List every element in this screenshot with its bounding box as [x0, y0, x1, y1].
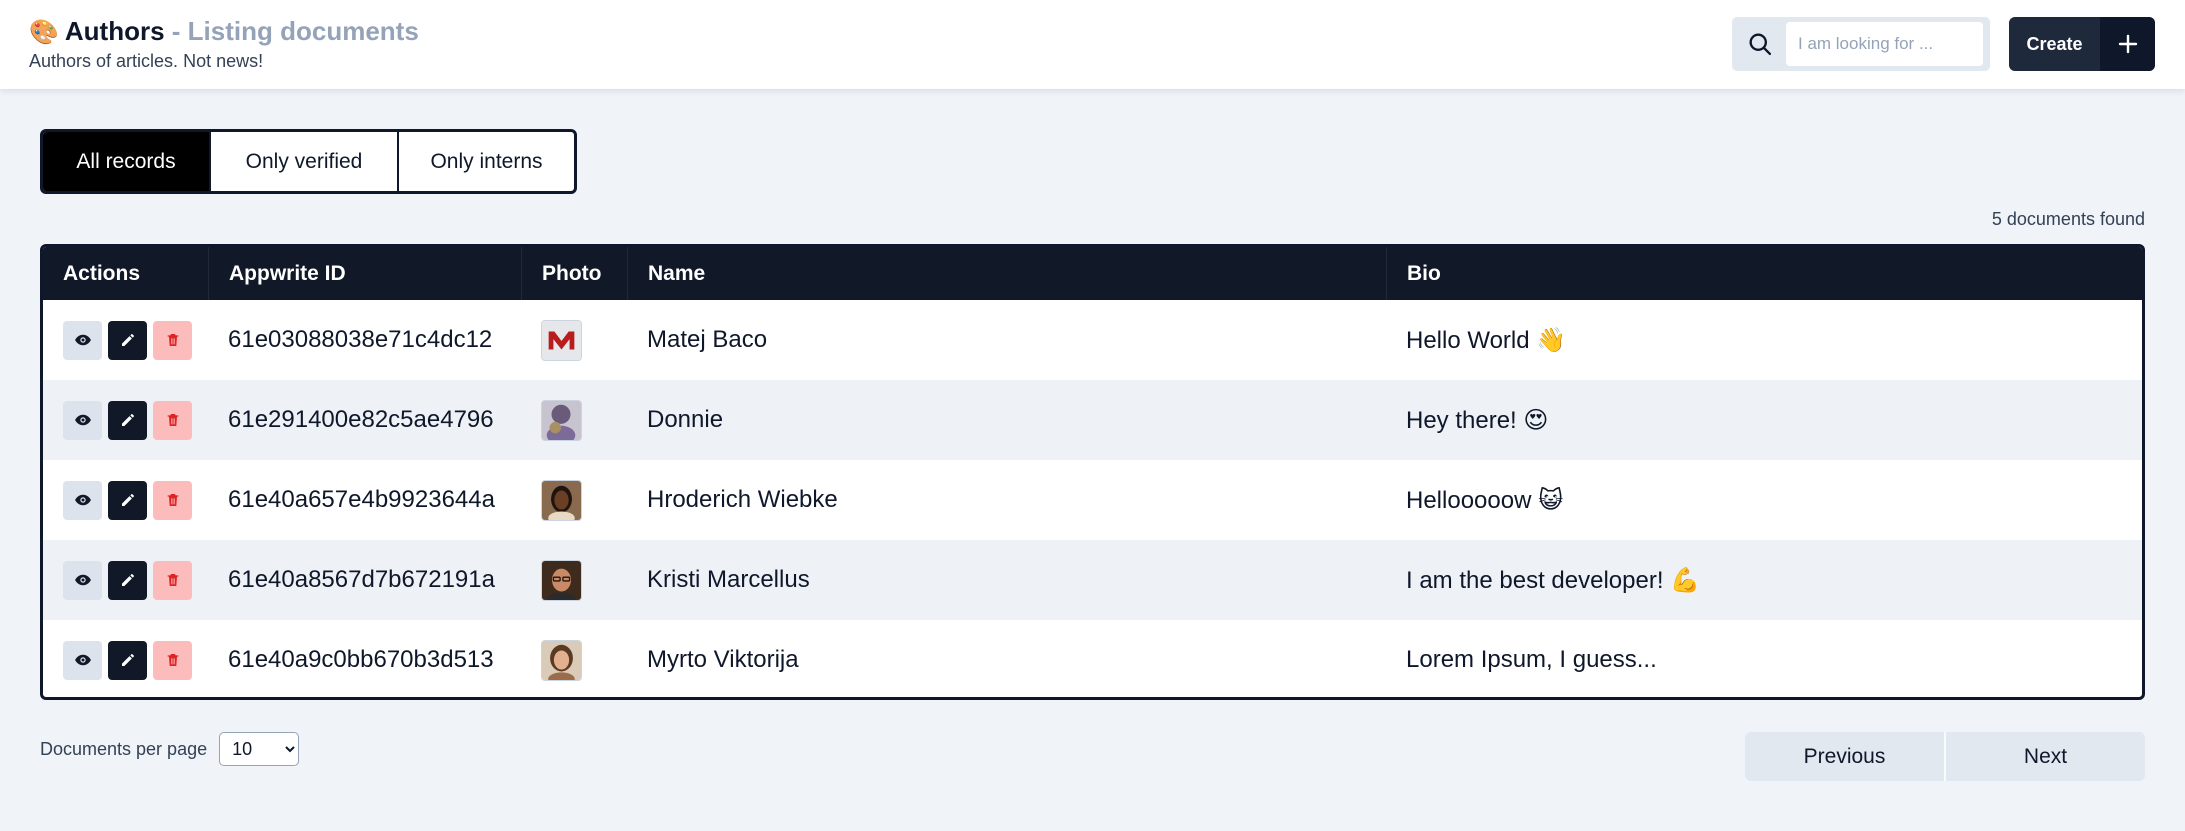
eye-icon [74, 414, 91, 426]
cell-photo [521, 380, 627, 460]
table-row: 61e40a657e4b9923644a Hroderich Wiebke He… [43, 460, 2142, 540]
eye-icon [74, 654, 91, 666]
column-header-photo: Photo [521, 247, 627, 300]
cell-photo [521, 540, 627, 620]
cell-photo [521, 300, 627, 380]
column-header-bio: Bio [1386, 247, 2142, 300]
column-header-name: Name [627, 247, 1386, 300]
row-actions [43, 460, 208, 540]
title-text: Authors [64, 16, 165, 46]
delete-button[interactable] [153, 400, 192, 440]
pencil-icon [121, 494, 134, 506]
row-actions [43, 620, 208, 697]
cell-name: Matej Baco [647, 326, 768, 353]
delete-button[interactable] [153, 480, 192, 520]
edit-button[interactable] [108, 320, 147, 360]
view-button[interactable] [63, 560, 102, 600]
cell-name: Hroderich Wiebke [647, 486, 838, 513]
create-button-label: Create [2026, 33, 2083, 54]
trash-icon [167, 414, 178, 426]
cell-id: 61e03088038e71c4dc12 [228, 326, 493, 353]
previous-button[interactable]: Previous [1745, 732, 1944, 781]
title-separator: - [164, 16, 188, 46]
next-button[interactable]: Next [1944, 732, 2145, 781]
pencil-icon [121, 654, 134, 666]
cell-bio: Lorem Ipsum, I guess... [1406, 646, 1657, 673]
row-actions [43, 380, 208, 460]
per-page-label: Documents per page [40, 738, 208, 759]
edit-button[interactable] [108, 480, 147, 520]
title-suffix: Listing documents [187, 16, 419, 46]
table-row: 61e40a9c0bb670b3d513 Myrto Viktorija Lor… [43, 620, 2142, 697]
cell-photo [521, 620, 627, 697]
delete-button[interactable] [153, 640, 192, 680]
plus-icon [2100, 17, 2155, 71]
documents-table: Actions Appwrite ID Photo Name Bio 61e03… [40, 244, 2145, 700]
edit-button[interactable] [108, 400, 147, 440]
edit-button[interactable] [108, 560, 147, 600]
page-title: 🎨 Authors - Listing documents [29, 16, 419, 48]
per-page-select[interactable]: 10 [219, 732, 300, 766]
trash-icon [167, 574, 178, 586]
cell-bio: Hello World 👋 [1406, 326, 1567, 354]
eye-icon [74, 494, 91, 506]
view-button[interactable] [63, 320, 102, 360]
view-button[interactable] [63, 400, 102, 440]
page-subtitle: Authors of articles. Not news! [29, 51, 264, 71]
per-page-control: Documents per page 10 [40, 732, 300, 766]
trash-icon [167, 494, 178, 506]
table-row: 61e03088038e71c4dc12 Matej Baco Hello Wo… [43, 300, 2142, 380]
author-photo [541, 399, 582, 441]
cell-name: Kristi Marcellus [647, 566, 810, 593]
filter-tabs: All records Only verified Only interns [40, 129, 577, 194]
row-actions [43, 540, 208, 620]
tab-only-verified[interactable]: Only verified [209, 132, 397, 191]
tab-only-interns[interactable]: Only interns [397, 132, 574, 191]
cell-bio: Hey there! 😍 [1406, 406, 1549, 434]
cell-id: 61e40a9c0bb670b3d513 [228, 646, 494, 673]
title-emoji: 🎨 [29, 19, 59, 46]
cell-id: 61e40a657e4b9923644a [228, 486, 495, 513]
view-button[interactable] [63, 480, 102, 520]
author-photo [541, 559, 582, 601]
pencil-icon [121, 574, 134, 586]
table-row: 61e291400e82c5ae4796 Donnie Hey there! 😍 [43, 380, 2142, 460]
trash-icon [167, 654, 178, 666]
pencil-icon [121, 334, 134, 346]
eye-icon [74, 334, 91, 346]
tab-all-records[interactable]: All records [43, 132, 209, 191]
table-row: 61e40a8567d7b672191a Kristi Marcellus I … [43, 540, 2142, 620]
cell-bio: I am the best developer! 💪 [1406, 566, 1701, 594]
delete-button[interactable] [153, 560, 192, 600]
trash-icon [167, 334, 178, 346]
column-header-id: Appwrite ID [208, 247, 521, 300]
cell-name: Donnie [647, 406, 724, 433]
column-header-actions: Actions [63, 261, 141, 285]
edit-button[interactable] [108, 640, 147, 680]
row-actions [43, 300, 208, 380]
table-header: Actions Appwrite ID Photo Name Bio [43, 247, 2142, 300]
pencil-icon [121, 414, 134, 426]
search-icon[interactable] [1746, 30, 1774, 58]
cell-name: Myrto Viktorija [647, 646, 799, 673]
author-photo [541, 479, 582, 521]
cell-id: 61e291400e82c5ae4796 [228, 406, 494, 433]
delete-button[interactable] [153, 320, 192, 360]
cell-id: 61e40a8567d7b672191a [228, 566, 495, 593]
author-photo [541, 319, 582, 361]
search-box [1732, 17, 1990, 71]
author-photo [541, 639, 582, 681]
cell-photo [521, 460, 627, 540]
documents-count: 5 documents found [1991, 209, 2145, 229]
cell-bio: Hellooooow 😺 [1406, 486, 1564, 514]
pagination: Previous Next [1745, 732, 2145, 781]
page-header: 🎨 Authors - Listing documents Authors of … [0, 0, 2185, 89]
eye-icon [74, 574, 91, 586]
view-button[interactable] [63, 640, 102, 680]
search-input[interactable] [1786, 22, 1983, 66]
create-button[interactable]: Create [2009, 17, 2155, 71]
